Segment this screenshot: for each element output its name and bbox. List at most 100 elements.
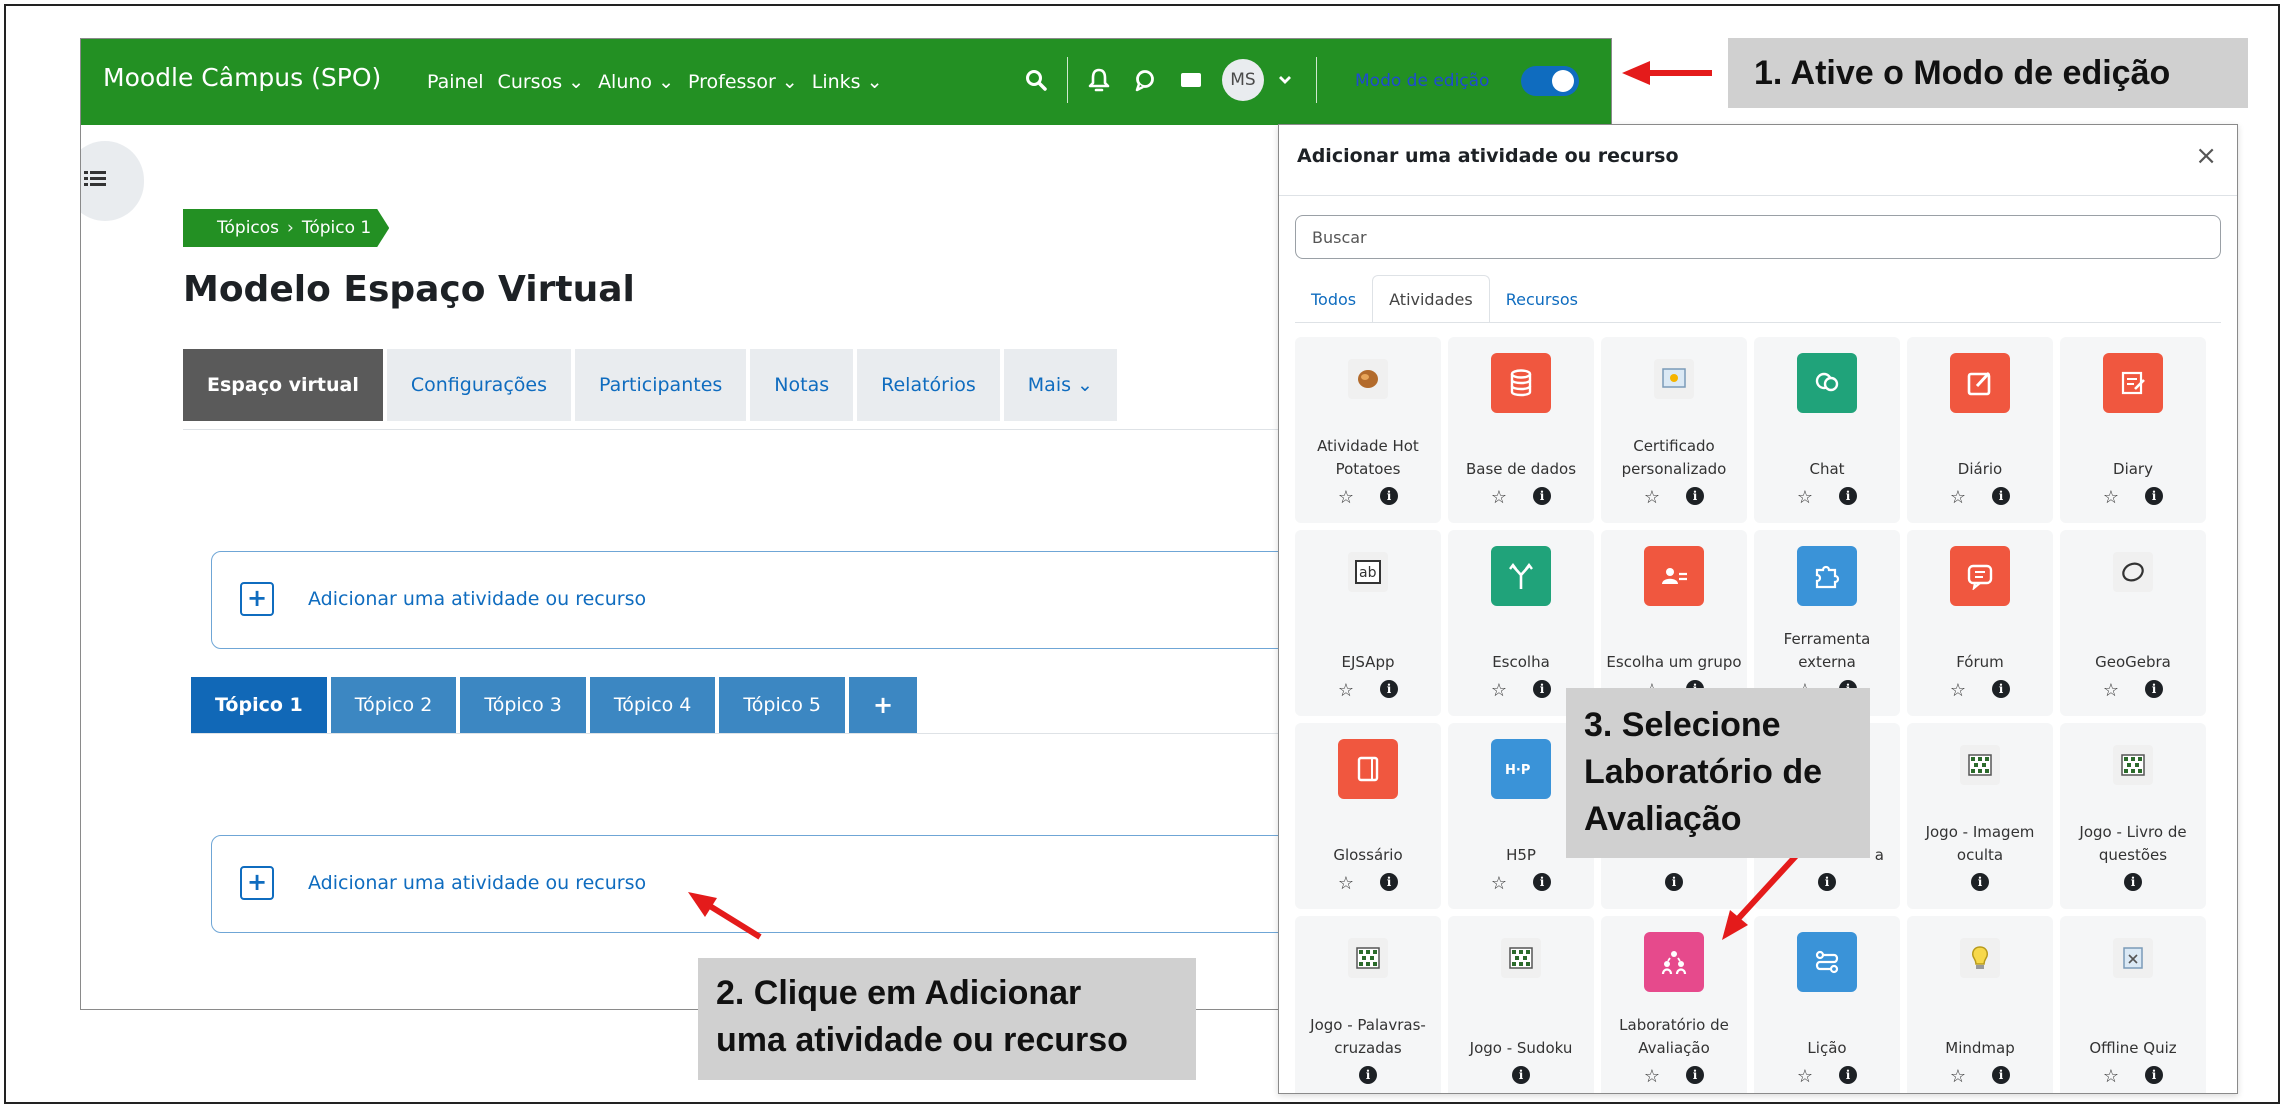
search-input[interactable]: Buscar (1295, 215, 2221, 259)
info-icon[interactable]: i (1992, 487, 2011, 505)
avatar[interactable]: MS (1222, 59, 1264, 101)
info-icon[interactable]: i (1971, 873, 1989, 891)
tab-mais[interactable]: Mais ⌄ (1003, 349, 1117, 421)
info-icon[interactable]: i (1818, 873, 1836, 891)
tab-topico-3[interactable]: Tópico 3 (460, 677, 586, 733)
activity-tile[interactable]: Base de dados ☆ i (1448, 337, 1594, 523)
activity-tile[interactable]: Jogo - Palavras-cruzadas i (1295, 916, 1441, 1093)
info-icon[interactable]: i (1512, 1066, 1530, 1084)
activity-tile[interactable]: ab EJSApp ☆ i (1295, 530, 1441, 716)
menu-painel[interactable]: Painel (427, 71, 484, 93)
activity-tile[interactable]: Certificado personalizado ☆ i (1601, 337, 1747, 523)
star-icon[interactable]: ☆ (1491, 873, 1507, 894)
star-icon[interactable]: ☆ (1338, 487, 1354, 508)
star-icon[interactable]: ☆ (1950, 680, 1966, 701)
star-icon[interactable]: ☆ (1797, 487, 1813, 508)
tab-topico-2[interactable]: Tópico 2 (330, 677, 457, 733)
chat-bubble-icon[interactable] (1130, 57, 1160, 103)
tab-topico-4[interactable]: Tópico 4 (589, 677, 716, 733)
navbar-divider (1067, 57, 1068, 103)
star-icon[interactable]: ☆ (1950, 1066, 1966, 1087)
star-icon[interactable]: ☆ (1338, 873, 1354, 894)
menu-links[interactable]: Links ⌄ (812, 71, 883, 93)
messages-icon[interactable] (1176, 57, 1206, 103)
course-index-drawer-button[interactable] (81, 141, 144, 221)
star-icon[interactable]: ☆ (1491, 680, 1507, 701)
activity-tile[interactable]: Atividade Hot Potatoes ☆ i (1295, 337, 1441, 523)
info-icon[interactable]: i (1665, 873, 1683, 891)
activity-tile[interactable]: Lição ☆ i (1754, 916, 1900, 1093)
tab-topico-1[interactable]: Tópico 1 (191, 677, 327, 733)
tab-notas[interactable]: Notas (750, 349, 854, 421)
close-icon[interactable]: × (2195, 141, 2217, 171)
tab-configuracoes[interactable]: Configurações (386, 349, 571, 421)
info-icon[interactable]: i (1380, 873, 1399, 891)
activity-name: Certificado personalizado (1621, 437, 1727, 478)
group-choice-icon (1644, 546, 1704, 606)
menu-aluno[interactable]: Aluno ⌄ (598, 71, 674, 93)
tab-recursos[interactable]: Recursos (1490, 275, 1594, 323)
info-icon[interactable]: i (1839, 1066, 1858, 1084)
info-icon[interactable]: i (1992, 1066, 2011, 1084)
menu-professor[interactable]: Professor ⌄ (688, 71, 798, 93)
page-title: Modelo Espaço Virtual (183, 269, 635, 310)
tab-participantes[interactable]: Participantes (574, 349, 747, 421)
activity-tile[interactable]: Jogo - Livro de questões i (2060, 723, 2206, 909)
activity-tile[interactable]: Offline Quiz ☆ i (2060, 916, 2206, 1093)
activity-tile[interactable]: Mindmap ☆ i (1907, 916, 2053, 1093)
info-icon[interactable]: i (1533, 873, 1552, 891)
star-icon[interactable]: ☆ (2103, 1066, 2119, 1087)
info-icon[interactable]: i (1992, 680, 2011, 698)
edit-mode-toggle[interactable] (1521, 66, 1579, 96)
star-icon[interactable]: ☆ (1950, 487, 1966, 508)
activity-tile[interactable]: Laboratório de Avaliação ☆ i (1601, 916, 1747, 1093)
star-icon[interactable]: ☆ (2103, 487, 2119, 508)
add-topic-button[interactable]: + (848, 677, 918, 733)
chat-icon (1797, 353, 1857, 413)
star-icon[interactable]: ☆ (1644, 487, 1660, 508)
activity-tile[interactable]: Diary ☆ i (2060, 337, 2206, 523)
breadcrumb-topics[interactable]: Tópicos (217, 218, 279, 238)
tab-atividades[interactable]: Atividades (1372, 275, 1490, 323)
info-icon[interactable]: i (1839, 487, 1858, 505)
tab-todos[interactable]: Todos (1295, 275, 1372, 323)
add-activity-link[interactable]: Adicionar uma atividade ou recurso (308, 872, 646, 894)
info-icon[interactable]: i (1380, 487, 1399, 505)
star-icon[interactable]: ☆ (1338, 680, 1354, 701)
menu-cursos[interactable]: Cursos ⌄ (498, 71, 585, 93)
activity-tile[interactable]: Fórum ☆ i (1907, 530, 2053, 716)
activity-tile[interactable]: Glossário ☆ i (1295, 723, 1441, 909)
info-icon[interactable]: i (1359, 1066, 1377, 1084)
activity-tile[interactable]: Chat ☆ i (1754, 337, 1900, 523)
info-icon[interactable]: i (2124, 873, 2142, 891)
info-icon[interactable]: i (1533, 487, 1552, 505)
star-icon[interactable]: ☆ (1644, 1066, 1660, 1087)
star-icon[interactable]: ☆ (1797, 1066, 1813, 1087)
activity-name: Escolha (1492, 653, 1550, 671)
activity-tile[interactable]: Jogo - Imagem oculta i (1907, 723, 2053, 909)
bell-icon[interactable] (1084, 57, 1114, 103)
star-icon[interactable]: ☆ (2103, 680, 2119, 701)
add-activity-link[interactable]: Adicionar uma atividade ou recurso (308, 588, 646, 610)
site-brand[interactable]: Moodle Câmpus (SPO) (103, 63, 381, 92)
activity-tile[interactable]: GeoGebra ☆ i (2060, 530, 2206, 716)
info-icon[interactable]: i (2145, 487, 2164, 505)
glossary-icon (1338, 739, 1398, 799)
callout-step-2: 2. Clique em Adicionar uma atividade ou … (698, 958, 1196, 1080)
info-icon[interactable]: i (1533, 680, 1552, 698)
info-icon[interactable]: i (2145, 1066, 2164, 1084)
info-icon[interactable]: i (2145, 680, 2164, 698)
info-icon[interactable]: i (1380, 680, 1399, 698)
search-icon[interactable] (1021, 57, 1051, 103)
activity-tile[interactable]: Jogo - Sudoku i (1448, 916, 1594, 1093)
tab-topico-5[interactable]: Tópico 5 (719, 677, 845, 733)
info-icon[interactable]: i (1686, 487, 1705, 505)
activity-name: Ferramenta externa (1783, 630, 1871, 671)
breadcrumb-current[interactable]: Tópico 1 (302, 218, 371, 238)
activity-tile[interactable]: Diário ☆ i (1907, 337, 2053, 523)
info-icon[interactable]: i (1686, 1066, 1705, 1084)
chevron-down-icon[interactable] (1270, 57, 1300, 103)
tab-espaco-virtual[interactable]: Espaço virtual (183, 349, 383, 421)
star-icon[interactable]: ☆ (1491, 487, 1507, 508)
tab-relatorios[interactable]: Relatórios (857, 349, 1000, 421)
